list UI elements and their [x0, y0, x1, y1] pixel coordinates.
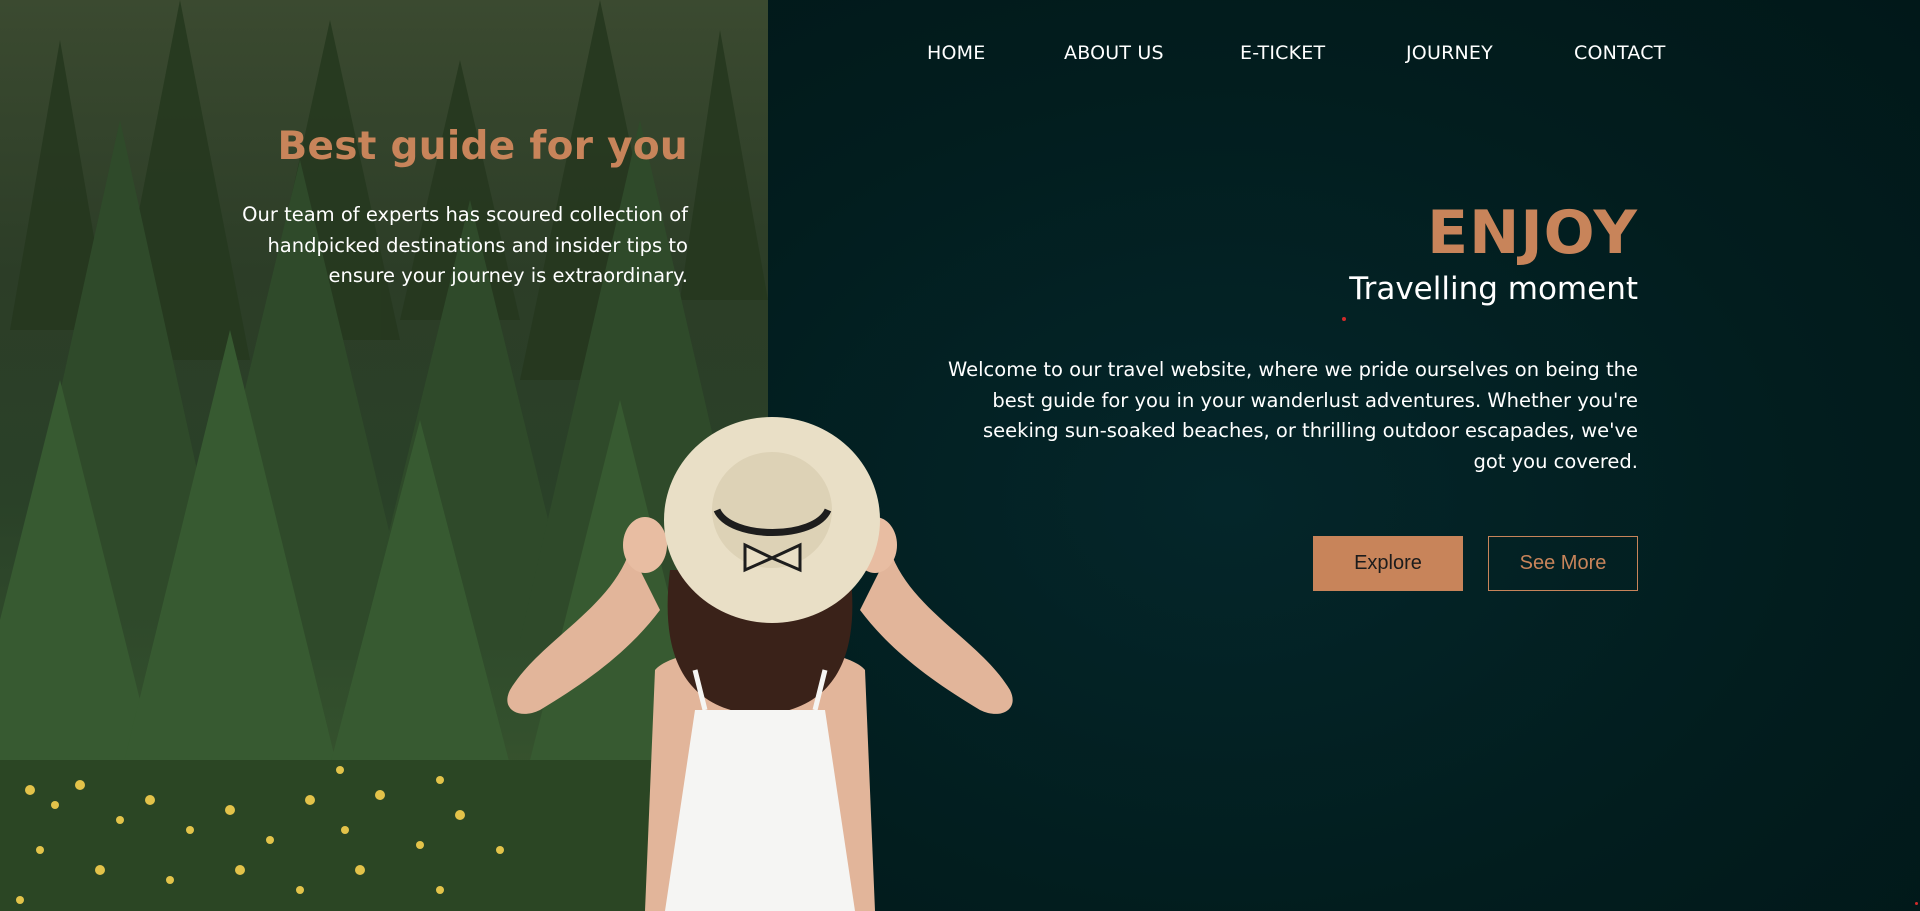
nav-home-link[interactable]: HOME — [927, 42, 985, 64]
hero-headline: ENJOY — [1427, 198, 1638, 268]
explore-button[interactable]: Explore — [1313, 536, 1463, 591]
hero-subtitle: Travelling moment — [1349, 271, 1638, 307]
nav-contact-link[interactable]: CONTACT — [1574, 42, 1666, 64]
main-navigation: HOME ABOUT US E-TICKET JOURNEY CONTACT — [0, 42, 1920, 72]
nav-e-ticket-link[interactable]: E-TICKET — [1240, 42, 1325, 64]
corner-dot — [1915, 902, 1918, 905]
hero-intro-text: Welcome to our travel website, where we … — [948, 358, 1638, 473]
woman-in-sunhat-image — [507, 417, 1013, 911]
nav-journey-link[interactable]: JOURNEY — [1406, 42, 1493, 64]
guide-title: Best guide for you — [277, 124, 688, 169]
nav-about-us-link[interactable]: ABOUT US — [1064, 42, 1164, 64]
guide-description: Our team of experts has scoured collecti… — [242, 203, 688, 287]
decorative-dot — [1342, 317, 1346, 321]
see-more-button[interactable]: See More — [1488, 536, 1638, 591]
